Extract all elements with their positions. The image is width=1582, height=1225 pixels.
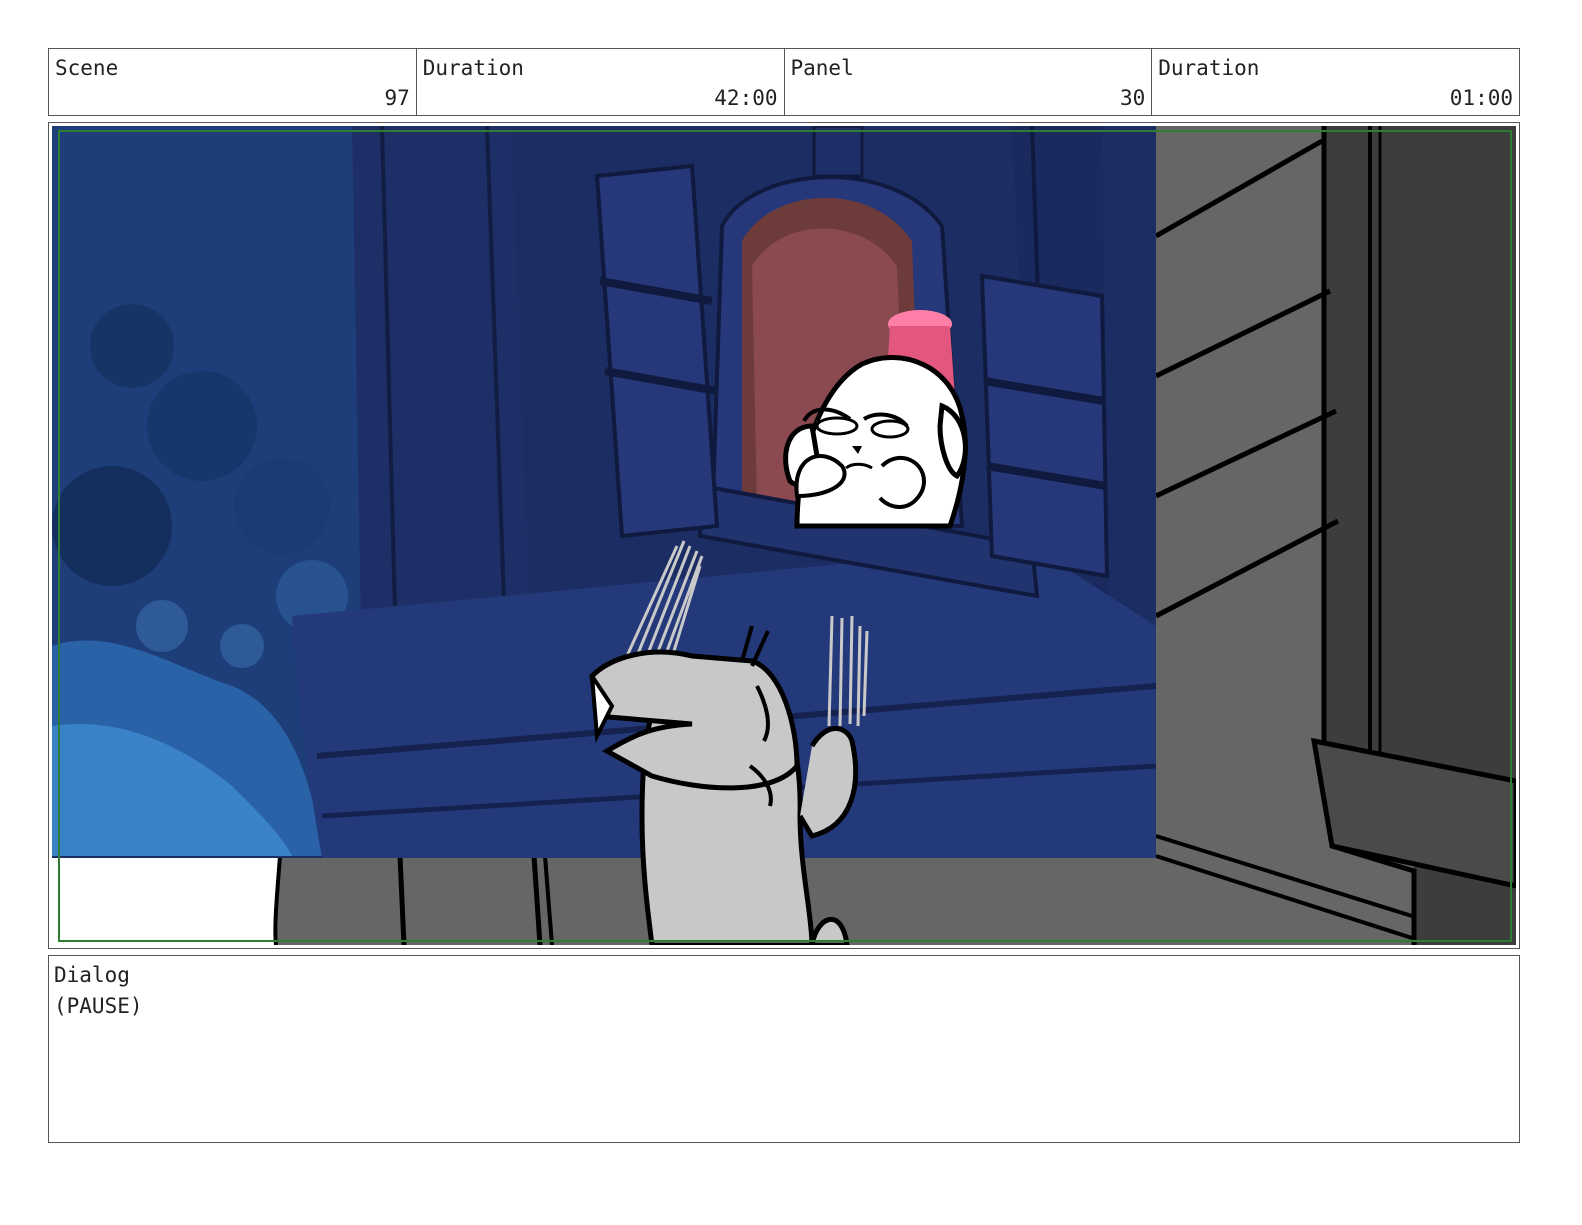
dialog-text: (PAUSE) xyxy=(54,994,143,1018)
scene-cell: Scene 97 xyxy=(49,49,417,115)
panel-info-header: Scene 97 Duration 42:00 Panel 30 Duratio… xyxy=(48,48,1520,116)
panel-duration-label: Duration xyxy=(1158,56,1260,80)
panel-cell: Panel 30 xyxy=(785,49,1153,115)
dialog-label: Dialog xyxy=(54,963,130,987)
right-shutter xyxy=(979,273,1110,579)
scene-label: Scene xyxy=(55,56,119,80)
scene-duration-value: 42:00 xyxy=(714,86,778,110)
storyboard-panel xyxy=(48,122,1520,949)
panel-label: Panel xyxy=(790,56,854,80)
panel-number: 30 xyxy=(1119,86,1146,110)
scene-number: 97 xyxy=(384,86,410,110)
blank-corner xyxy=(52,856,280,945)
dialog-box: Dialog (PAUSE) xyxy=(48,955,1520,1143)
panel-duration-cell: Duration 01:00 xyxy=(1152,49,1519,115)
scene-duration-label: Duration xyxy=(422,56,524,80)
panel-artwork xyxy=(52,126,1516,945)
scene-duration-cell: Duration 42:00 xyxy=(417,49,785,115)
panel-duration-value: 01:00 xyxy=(1449,86,1513,110)
